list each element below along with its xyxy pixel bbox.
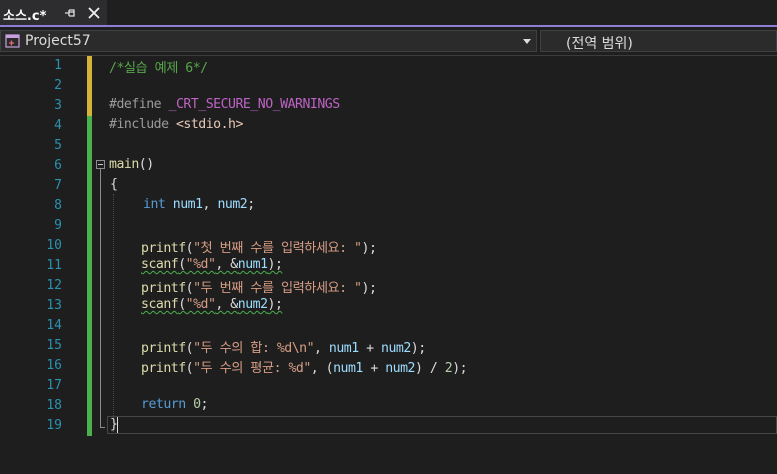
code-text: #include <stdio.h> — [109, 117, 243, 132]
code-line: 7 { — [0, 176, 777, 196]
line-number: 13 — [46, 298, 62, 313]
code-line: 13 scanf("%d", &num2); — [0, 296, 777, 316]
chevron-down-icon — [523, 39, 531, 44]
code-line: 8 int num1, num2; — [0, 196, 777, 216]
line-number: 14 — [46, 318, 62, 333]
code-line: 1 /*실습 예제 6*/ — [0, 56, 777, 76]
document-tab[interactable]: 소스.c* — [0, 0, 107, 27]
code-line: 12 printf("두 번째 수를 입력하세요: "); — [0, 276, 777, 296]
scope-dropdown[interactable]: (전역 범위) — [540, 30, 777, 52]
line-number: 1 — [54, 58, 62, 73]
line-number: 18 — [46, 398, 62, 413]
code-line: 6 main() — [0, 156, 777, 176]
code-line: 10 printf("첫 번째 수를 입력하세요: "); — [0, 236, 777, 256]
code-text: #define _CRT_SECURE_NO_WARNINGS — [109, 97, 340, 112]
code-text: return 0; — [141, 397, 209, 412]
line-number: 3 — [54, 98, 62, 113]
code-text: int num1, num2; — [143, 197, 255, 212]
tab-accent-bar — [0, 25, 777, 27]
code-line: 17 — [0, 376, 777, 396]
line-number: 15 — [46, 338, 62, 353]
line-number: 17 — [46, 378, 62, 393]
line-number: 9 — [54, 218, 62, 233]
close-icon[interactable] — [87, 6, 101, 20]
code-text: /*실습 예제 6*/ — [109, 61, 208, 76]
line-number: 6 — [54, 158, 62, 173]
code-text: scanf("%d", &num2); — [141, 297, 283, 312]
line-number: 4 — [54, 118, 62, 133]
code-text: { — [110, 177, 118, 192]
line-number: 10 — [46, 238, 62, 253]
navigation-bar: Project57 (전역 범위) — [0, 28, 777, 56]
project-icon — [5, 34, 20, 48]
code-text: printf("두 수의 평균: %d", (num1 + num2) / 2)… — [141, 361, 468, 376]
code-line: 3 #define _CRT_SECURE_NO_WARNINGS — [0, 96, 777, 116]
code-text: printf("첫 번째 수를 입력하세요: "); — [141, 241, 377, 256]
code-text: printf("두 번째 수를 입력하세요: "); — [141, 281, 377, 296]
line-number: 2 — [54, 78, 62, 93]
project-name: Project57 — [25, 33, 91, 49]
line-number: 16 — [46, 358, 62, 373]
line-number: 19 — [46, 418, 62, 433]
code-line: 2 — [0, 76, 777, 96]
code-editor[interactable]: 1 /*실습 예제 6*/ 2 3 #define _CRT_SECURE_NO… — [0, 56, 777, 474]
code-text: scanf("%d", &num1); — [141, 257, 283, 272]
code-text: main() — [109, 157, 154, 172]
code-line: 9 — [0, 216, 777, 236]
code-line: 16 printf("두 수의 평균: %d", (num1 + num2) /… — [0, 356, 777, 376]
document-tab-strip: 소스.c* — [0, 0, 777, 27]
code-line: 18 return 0; — [0, 396, 777, 416]
pin-icon[interactable] — [64, 7, 76, 19]
code-line: 11 scanf("%d", &num1); — [0, 256, 777, 276]
code-line: 4 #include <stdio.h> — [0, 116, 777, 136]
line-number: 7 — [54, 178, 62, 193]
scope-label: (전역 범위) — [566, 36, 633, 52]
text-caret — [117, 417, 118, 433]
tab-title: 소스.c* — [3, 9, 47, 24]
line-number: 12 — [46, 278, 62, 293]
project-dropdown[interactable]: Project57 — [0, 30, 537, 52]
code-line: 5 — [0, 136, 777, 156]
code-line: 15 printf("두 수의 합: %d\n", num1 + num2); — [0, 336, 777, 356]
line-number: 8 — [54, 198, 62, 213]
line-number: 5 — [54, 138, 62, 153]
line-number: 11 — [46, 258, 62, 273]
code-line: 14 — [0, 316, 777, 336]
code-text: printf("두 수의 합: %d\n", num1 + num2); — [141, 341, 426, 356]
